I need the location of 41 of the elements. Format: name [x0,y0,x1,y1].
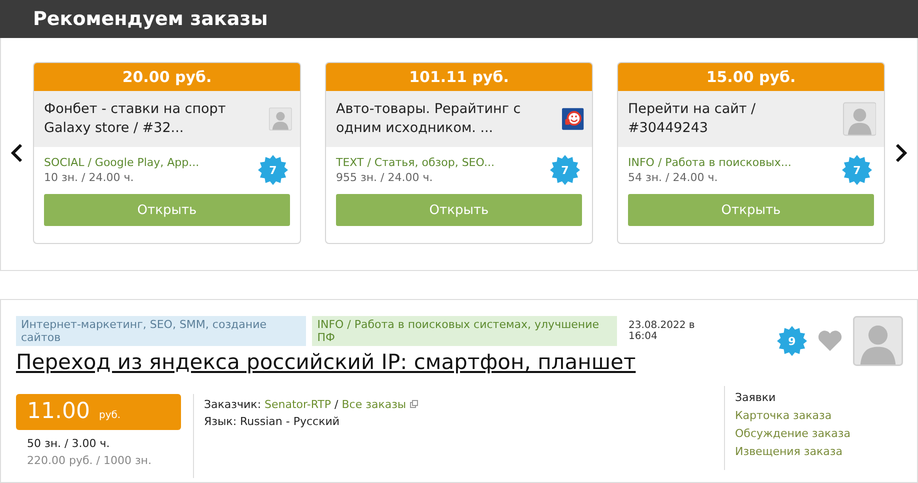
price-amount: 11.00 [27,398,90,426]
card-title: Перейти на сайт / #30449243 [628,100,757,138]
card-price: 20.00 руб. [34,63,300,91]
rating-badge: 9 [777,326,807,356]
price-currency: руб. [98,409,121,423]
category-tag: INFO / Работа в поисковых системах, улучшение ПФ [312,316,616,346]
rating-badge: 7 [258,155,288,185]
order-menu-link[interactable]: Карточка заказа [735,407,903,424]
card-title: Фонбет - ставки на спорт Galaxy store / #32... [44,100,227,138]
card-terms: 955 зн. / 24.00 ч. [336,170,434,185]
card-terms: 54 зн. / 24.00 ч. [628,170,719,185]
card-terms: 10 зн. / 24.00 ч. [44,170,135,185]
order-date: 23.08.2022 в 16:04 [628,320,696,342]
order-menu-link[interactable]: Заявки [735,389,903,406]
order-title[interactable]: Переход из яндекса российский IP: смартфон, планшет [16,350,724,374]
card-category: SOCIAL / Google Play, App... [44,155,200,170]
category-tag: Интернет-маркетинг, SEO, SMM, создание сайтов [16,316,306,346]
section-title: Рекомендуем заказы [33,8,268,30]
separator-text: / [334,398,338,411]
order-menu-link[interactable]: Обсуждение заказа [735,425,903,442]
avatar-icon [842,102,876,136]
card-category: INFO / Работа в поисковых... [628,155,792,170]
card-category: TEXT / Статья, обзор, SEO... [336,155,494,170]
rating-badge: 7 [842,155,872,185]
open-button[interactable]: Открыть [628,194,874,226]
rating-badge: 7 [550,155,580,185]
customer-label: Заказчик: [204,398,262,411]
open-button[interactable]: Открыть [336,194,582,226]
open-button[interactable]: Открыть [44,194,290,226]
customer-link[interactable]: Senator-RTP [264,398,332,411]
language-label: Язык: [204,415,237,428]
language-value: Russian - Русский [240,415,340,428]
card-title: Авто-товары. Рерайтинг с одним исходником. ... [336,100,522,138]
avatar-icon [853,316,903,366]
order-terms: 50 зн. / 3.00 ч. [27,437,111,450]
order-menu-link[interactable]: Извещения заказа [735,443,903,460]
card-price: 101.11 руб. [326,63,592,91]
all-orders-link[interactable]: Все заказы [342,398,406,411]
card-price: 15.00 руб. [618,63,884,91]
external-link-icon [410,400,418,408]
order-rate: 220.00 руб. / 1000 зн. [27,454,152,467]
